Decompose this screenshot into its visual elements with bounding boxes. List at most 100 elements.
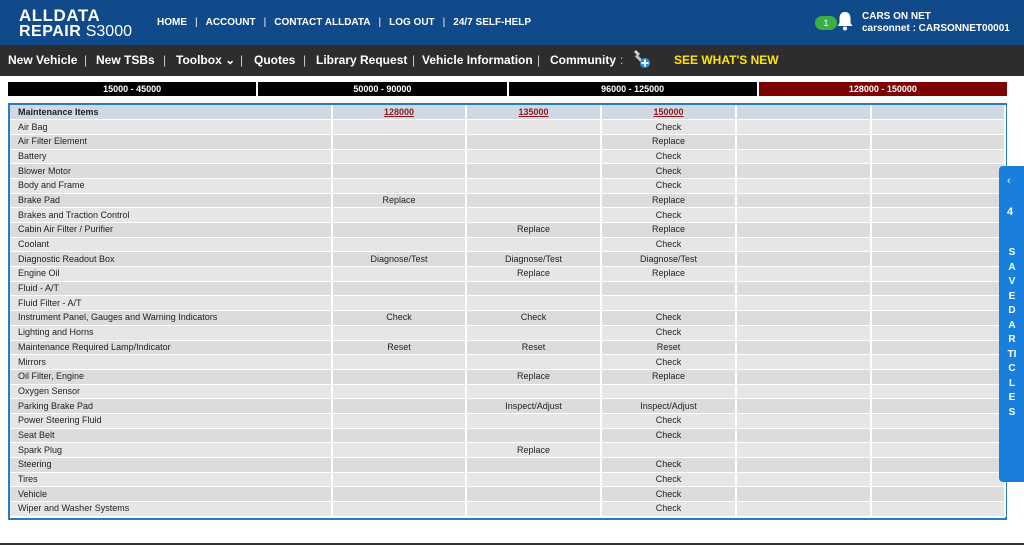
nav-whats-new[interactable]: SEE WHAT'S NEW [674,53,779,67]
maintenance-item-name: Parking Brake Pad [10,398,333,414]
maintenance-item-name: Coolant [10,237,333,253]
empty-cell [871,134,1006,150]
saved-articles-tab[interactable]: ‹ 4 SAVEDARTICLES [999,166,1024,482]
empty-cell [871,384,1006,400]
service-action-cell [332,442,467,458]
empty-cell [871,340,1006,356]
service-action-cell: Check [601,178,737,194]
empty-cell [736,457,872,473]
service-action-cell [332,384,467,400]
service-action-cell [332,428,467,444]
nav-new-vehicle[interactable]: New Vehicle [8,53,77,67]
service-action-cell: Check [601,163,737,179]
nav-self-help[interactable]: 24/7 SELF-HELP [453,17,531,28]
maintenance-item-name: Fluid Filter - A/T [10,295,333,312]
maintenance-item-name: Vehicle [10,486,333,503]
table-row: Fluid Filter - A/T [10,295,1006,312]
empty-cell [871,354,1006,370]
nav-home[interactable]: HOME [157,17,187,28]
empty-cell [871,442,1006,458]
service-action-cell [332,207,467,223]
bell-icon[interactable] [836,11,854,31]
maintenance-item-name: Blower Motor [10,163,333,179]
service-action-cell: Replace [466,442,602,458]
table-row: Seat Belt Check [10,428,1006,444]
empty-cell [736,222,872,238]
table-row: Coolant Check [10,237,1006,253]
maintenance-table: Maintenance Items 128000 135000 150000 A… [10,105,1006,517]
table-row: Spark Plug Replace [10,442,1006,458]
nav-new-tsbs[interactable]: New TSBs [96,53,155,67]
nav-vehicle-information[interactable]: Vehicle Information [422,53,533,67]
service-action-cell [466,163,602,179]
empty-cell [736,354,872,370]
table-row: Vehicle Check [10,486,1006,503]
table-row: Battery Check [10,149,1006,165]
table-row: Blower Motor Check [10,163,1006,179]
service-action-cell [466,325,602,341]
service-action-cell: Check [466,310,602,326]
table-row: Maintenance Required Lamp/Indicator Reset… [10,340,1006,356]
maintenance-item-name: Body and Frame [10,178,333,194]
service-action-cell [332,266,467,282]
empty-cell [736,398,872,414]
empty-cell [736,237,872,253]
service-action-cell: Check [601,325,737,341]
empty-cell [871,251,1006,268]
maintenance-item-name: Air Bag [10,119,333,135]
nav-toolbox[interactable]: Toolbox ⌄ [176,53,235,67]
empty-cell [871,207,1006,223]
user-info: CARS ON NET carsonnet : CARSONNET00001 [862,11,1010,35]
nav-logout[interactable]: LOG OUT [389,17,435,28]
empty-cell [871,310,1006,326]
service-action-cell: Replace [466,369,602,385]
service-action-cell: Check [601,119,737,135]
service-action-cell [466,119,602,135]
maintenance-item-name: Cabin Air Filter / Purifier [10,222,333,238]
service-action-cell: Replace [601,369,737,385]
header-mileage[interactable]: 150000 [601,105,737,121]
nav-account[interactable]: ACCOUNT [206,17,256,28]
nav-library-request[interactable]: Library Request [316,53,407,67]
service-action-cell: Diagnose/Test [601,251,737,268]
service-action-cell [332,119,467,135]
service-action-cell: Check [332,310,467,326]
service-action-cell [332,457,467,473]
empty-cell [871,281,1006,297]
maintenance-item-name: Air Filter Element [10,134,333,150]
top-nav: HOME | ACCOUNT | CONTACT ALLDATA | LOG O… [157,17,532,28]
table-row: Diagnostic Readout Box Diagnose/Test Diagn… [10,251,1006,268]
mileage-range-tab[interactable]: 15000 - 45000 [8,82,259,96]
nav-community[interactable]: Community [550,53,616,67]
empty-cell [736,266,872,282]
maintenance-item-name: Oxygen Sensor [10,384,333,400]
header-mileage[interactable]: 135000 [466,105,602,121]
maintenance-item-name: Steering [10,457,333,473]
service-action-cell [466,237,602,253]
wrench-plus-icon[interactable] [632,48,652,70]
empty-cell [871,472,1006,488]
header-mileage[interactable]: 128000 [332,105,467,121]
mileage-range-bar: 15000 - 45000 50000 - 90000 96000 - 1250… [8,82,1007,96]
nav-quotes[interactable]: Quotes [254,53,295,67]
notification-count-badge[interactable]: 1 [815,16,837,30]
table-row: Fluid - A/T [10,281,1006,297]
service-action-cell: Check [601,457,737,473]
empty-cell [736,384,872,400]
alldata-logo[interactable]: ALLDATA REPAIR S3000 [19,6,134,42]
service-action-cell [332,354,467,370]
mileage-range-tab[interactable]: 96000 - 125000 [508,82,759,96]
service-action-cell: Check [601,207,737,223]
empty-cell [736,310,872,326]
service-action-cell [466,457,602,473]
nav-contact[interactable]: CONTACT ALLDATA [274,17,370,28]
empty-cell [871,237,1006,253]
service-action-cell [332,281,467,297]
maintenance-item-name: Tires [10,472,333,488]
chevron-left-icon[interactable]: ‹ [1007,175,1011,187]
mileage-range-tab-active[interactable]: 128000 - 150000 [758,82,1007,96]
mileage-range-tab[interactable]: 50000 - 90000 [258,82,509,96]
service-action-cell [466,428,602,444]
empty-cell [736,325,872,341]
empty-cell [736,149,872,165]
